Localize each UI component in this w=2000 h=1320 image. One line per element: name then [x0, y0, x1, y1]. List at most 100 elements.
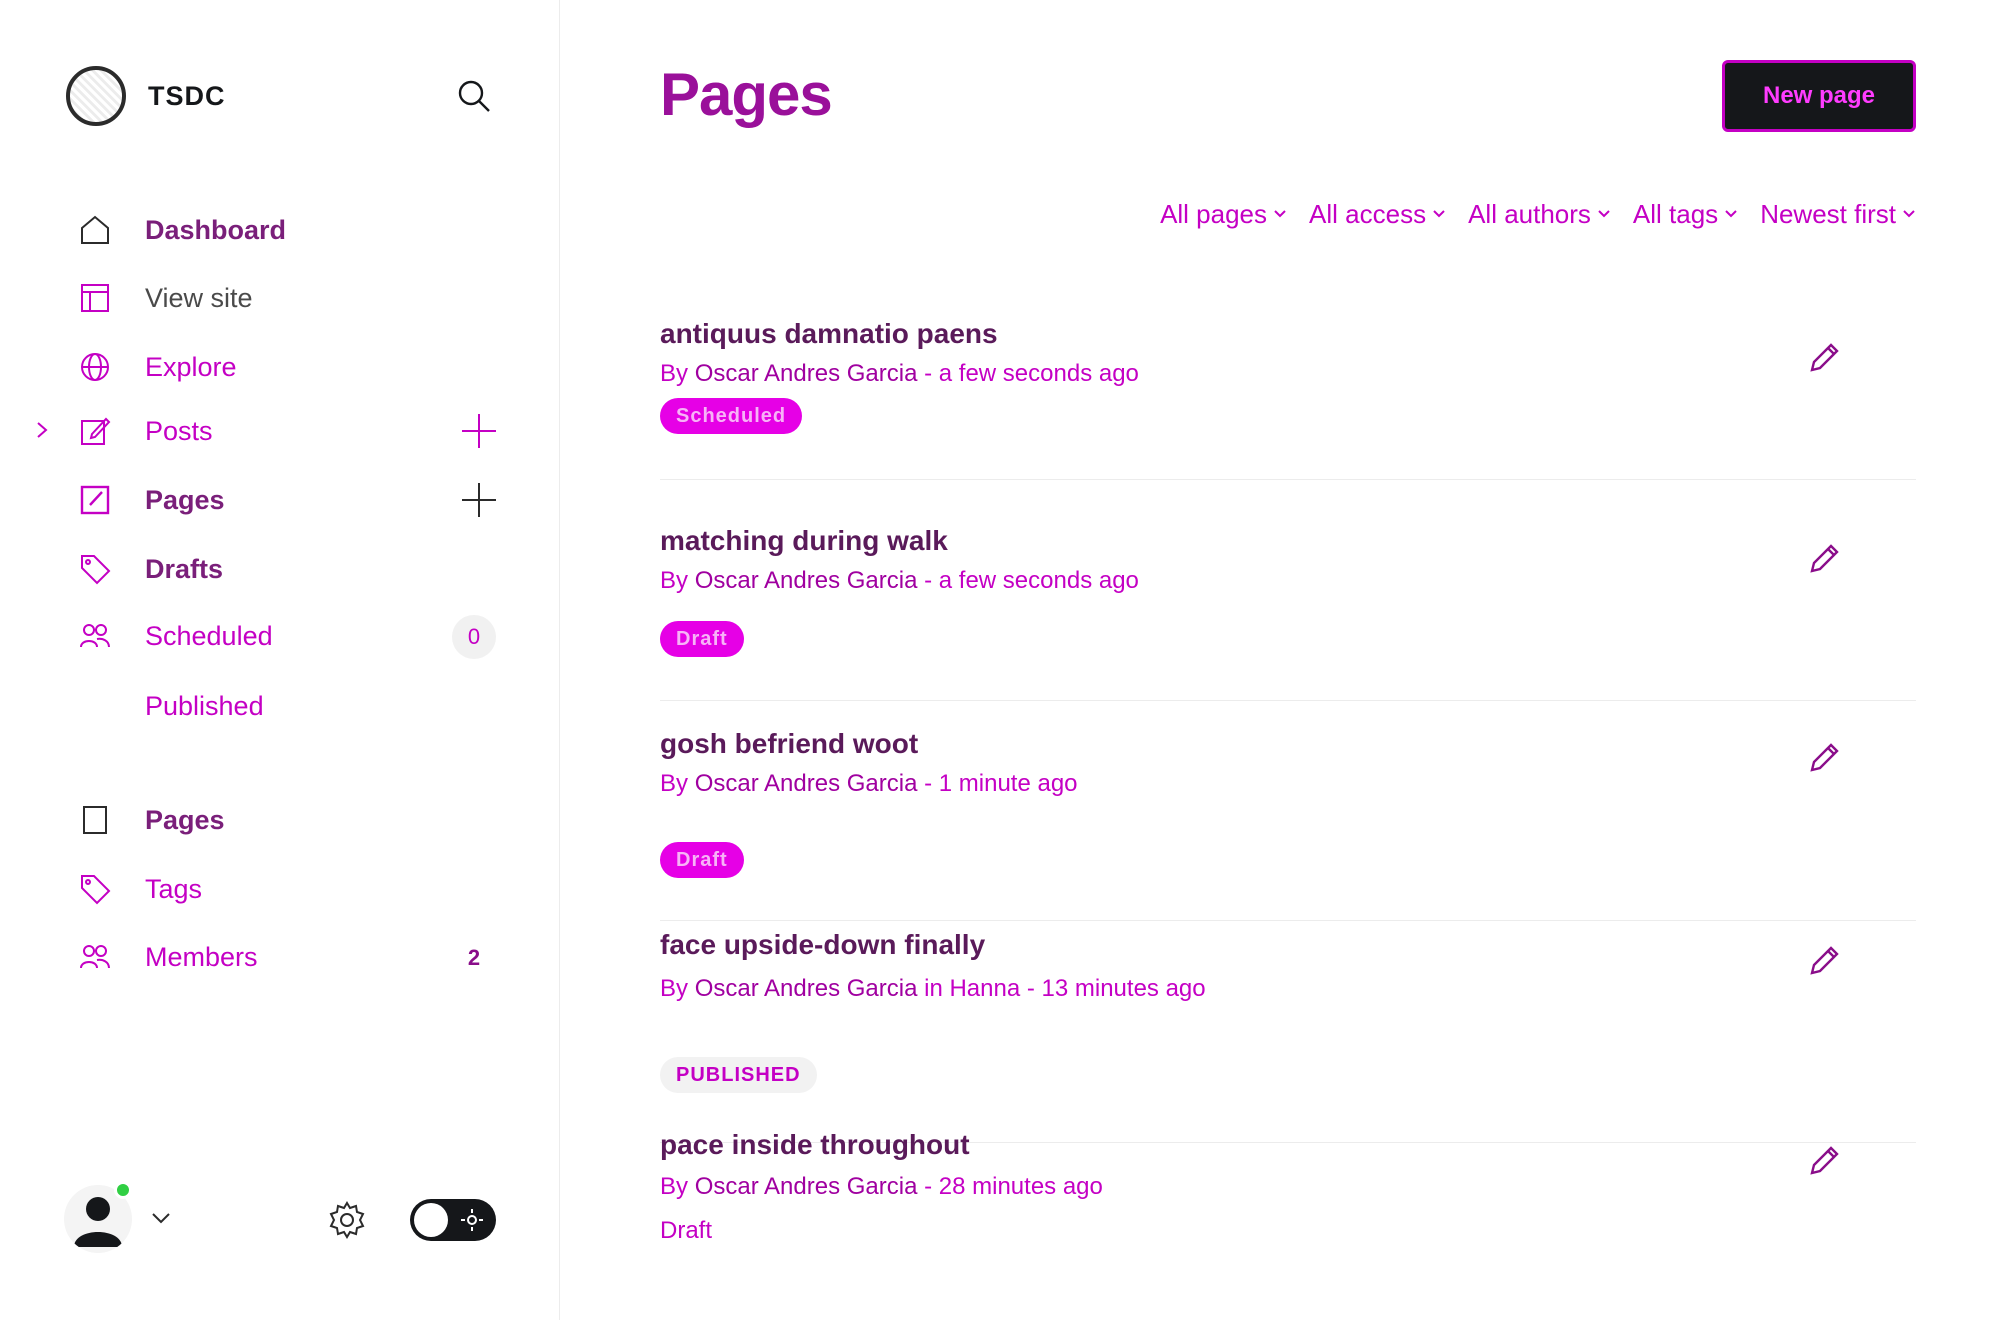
- pencil-icon[interactable]: [1806, 943, 1842, 979]
- sidebar-item-published[interactable]: Published: [0, 681, 560, 731]
- members-icon: [80, 945, 110, 969]
- page-meta: By Oscar Andres Garcia - a few seconds a…: [660, 360, 1139, 387]
- list-item[interactable]: matching during walk By Oscar Andres Gar…: [660, 525, 1916, 701]
- page-meta: By Oscar Andres Garcia in Hanna - 13 min…: [660, 975, 1206, 1002]
- sidebar-item-members[interactable]: Members 2: [0, 932, 560, 982]
- page-title-link[interactable]: gosh befriend woot: [660, 728, 918, 760]
- pencil-icon[interactable]: [1806, 541, 1842, 577]
- sidebar-item-label: Scheduled: [145, 620, 273, 651]
- sidebar: TSDC Dashboard View site Explore Posts P…: [0, 0, 560, 1320]
- scheduled-count-badge: 0: [452, 615, 496, 659]
- add-post-icon[interactable]: [460, 412, 498, 450]
- tag-icon: [81, 875, 111, 905]
- page-title-link[interactable]: matching during walk: [660, 525, 948, 557]
- chevron-down-icon: [1598, 210, 1610, 218]
- timestamp: 1 minute ago: [938, 770, 1078, 797]
- document-icon: [83, 806, 107, 834]
- page-title-link[interactable]: face upside-down finally: [660, 929, 985, 961]
- page-meta: By Oscar Andres Garcia - a few seconds a…: [660, 567, 1139, 594]
- sidebar-item-label: Posts: [145, 415, 213, 446]
- filter-label: All access: [1309, 198, 1427, 229]
- author-name: Oscar Andres Garcia: [694, 975, 918, 1002]
- list-item[interactable]: face upside-down finally By Oscar Andres…: [660, 929, 1916, 1143]
- dark-mode-toggle[interactable]: [410, 1199, 496, 1241]
- page-title-link[interactable]: pace inside throughout: [660, 1129, 970, 1161]
- status-badge: Scheduled: [660, 398, 803, 434]
- page-title-link[interactable]: antiquus damnatio paens: [660, 318, 998, 350]
- sidebar-item-label: Pages: [145, 484, 225, 515]
- status-badge: Draft: [660, 842, 744, 878]
- main-content: Pages New page All pages All access All …: [560, 0, 2000, 1320]
- pencil-icon[interactable]: [1806, 1143, 1842, 1179]
- list-item[interactable]: pace inside throughout By Oscar Andres G…: [660, 1129, 1916, 1269]
- edit-icon: [81, 417, 111, 445]
- filter-label: All pages: [1160, 198, 1268, 229]
- sidebar-footer: [0, 1181, 560, 1255]
- chevron-down-icon: [1274, 210, 1286, 218]
- sidebar-item-label: Drafts: [145, 553, 224, 584]
- chevron-down-icon: [1725, 210, 1737, 218]
- sidebar-item-pages-secondary[interactable]: Pages: [0, 795, 560, 845]
- timestamp: a few seconds ago: [938, 360, 1139, 387]
- search-icon[interactable]: [454, 76, 494, 116]
- page-meta: By Oscar Andres Garcia - 1 minute ago: [660, 770, 1078, 797]
- layout-icon: [81, 284, 109, 312]
- site-title: TSDC: [148, 80, 226, 111]
- sidebar-item-posts[interactable]: Posts: [0, 406, 560, 456]
- status-badge: Draft: [660, 621, 744, 657]
- new-page-button[interactable]: New page: [1722, 60, 1916, 132]
- filter-tag-dropdown[interactable]: All tags: [1633, 192, 1738, 236]
- sidebar-item-label: View site: [145, 282, 253, 313]
- sidebar-item-label: Tags: [145, 873, 203, 904]
- status-label: Draft: [660, 1217, 713, 1244]
- sidebar-item-pages[interactable]: Pages: [0, 475, 560, 525]
- brand[interactable]: TSDC: [66, 66, 226, 126]
- primary-tag: Hanna: [949, 975, 1021, 1002]
- page-title: Pages: [660, 61, 833, 128]
- list-item[interactable]: antiquus damnatio paens By Oscar Andres …: [660, 318, 1916, 480]
- timestamp: 28 minutes ago: [938, 1173, 1103, 1200]
- members-icon: [80, 624, 110, 648]
- sidebar-item-label: Pages: [145, 804, 225, 835]
- sidebar-item-view-site[interactable]: View site: [0, 273, 560, 323]
- author-name: Oscar Andres Garcia: [694, 360, 918, 387]
- filter-label: All authors: [1468, 198, 1591, 229]
- author-name: Oscar Andres Garcia: [694, 1173, 918, 1200]
- sort-order-dropdown[interactable]: Newest first: [1760, 192, 1916, 236]
- filter-label: Newest first: [1760, 198, 1896, 229]
- list-item[interactable]: gosh befriend woot By Oscar Andres Garci…: [660, 728, 1916, 921]
- filter-bar: All pages All access All authors All tag…: [800, 192, 1916, 236]
- sidebar-item-drafts[interactable]: Drafts: [0, 544, 560, 594]
- home-icon: [81, 215, 109, 244]
- sidebar-item-label: Dashboard: [145, 214, 287, 245]
- pencil-icon[interactable]: [1806, 340, 1842, 376]
- chevron-down-icon: [1903, 210, 1915, 218]
- globe-icon: [81, 353, 109, 381]
- pencil-icon[interactable]: [1806, 740, 1842, 776]
- sidebar-item-scheduled[interactable]: Scheduled 0: [0, 611, 560, 661]
- filter-access-dropdown[interactable]: All access: [1309, 192, 1446, 236]
- sidebar-item-tags[interactable]: Tags: [0, 864, 560, 914]
- timestamp: a few seconds ago: [938, 567, 1139, 594]
- add-page-icon[interactable]: [460, 481, 498, 519]
- status-badge: PUBLISHED: [660, 1057, 817, 1093]
- sun-icon: [461, 1209, 483, 1231]
- chevron-down-icon: [1433, 210, 1445, 218]
- chevron-down-icon[interactable]: [150, 1209, 172, 1227]
- filter-label: All tags: [1632, 198, 1719, 229]
- sidebar-item-label: Members: [145, 941, 258, 972]
- author-name: Oscar Andres Garcia: [694, 567, 918, 594]
- gear-icon[interactable]: [326, 1199, 368, 1241]
- sidebar-item-label: Explore: [145, 351, 237, 382]
- sidebar-item-dashboard[interactable]: Dashboard: [0, 205, 560, 255]
- author-name: Oscar Andres Garcia: [694, 770, 918, 797]
- filter-type-dropdown[interactable]: All pages: [1160, 192, 1287, 236]
- chevron-right-icon[interactable]: [34, 420, 50, 440]
- sidebar-item-label: Published: [145, 690, 264, 721]
- site-logo: [66, 66, 126, 126]
- sidebar-item-explore[interactable]: Explore: [0, 342, 560, 392]
- members-count-badge: 2: [467, 945, 481, 970]
- filter-author-dropdown[interactable]: All authors: [1468, 192, 1611, 236]
- toggle-knob: [414, 1203, 448, 1237]
- page-icon: [80, 485, 110, 515]
